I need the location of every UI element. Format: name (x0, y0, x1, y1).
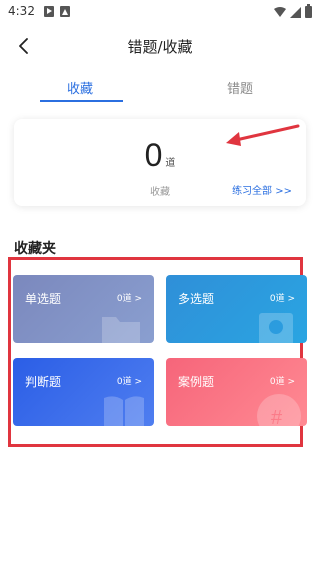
status-bar: 4:32 (0, 0, 320, 24)
folders-title: 收藏夹 (14, 241, 56, 257)
folder-count: 0道 > (269, 294, 295, 304)
folder-icon (102, 317, 140, 343)
folder-count: 0道 > (116, 377, 142, 387)
annotation-arrow-icon (226, 124, 300, 146)
folder-count: 0道 > (269, 377, 295, 387)
page-title: 错题/收藏 (127, 38, 193, 56)
notification-icons (44, 6, 70, 17)
signal-icon (290, 6, 301, 18)
tab-wrong-questions-label: 错题 (226, 82, 253, 97)
certificate-icon (259, 313, 293, 343)
chevron-right-icon: > (134, 294, 142, 304)
status-time: 4:32 (8, 4, 35, 18)
battery-icon (305, 4, 312, 18)
folder-case-study[interactable]: 案例题 0道 > # (166, 358, 307, 426)
folder-single-choice[interactable]: 单选题 0道 > (13, 275, 154, 343)
svg-text:#: # (271, 407, 283, 426)
tab-favorites-label: 收藏 (66, 82, 93, 97)
wifi-icon (274, 7, 286, 17)
tab-wrong-questions[interactable]: 错题 (160, 70, 320, 106)
folder-count: 0道 > (116, 294, 142, 304)
tab-bar: 收藏 错题 (0, 70, 320, 106)
hashtag-icon: # (257, 394, 301, 426)
folder-name: 单选题 (25, 292, 62, 306)
favorites-count-unit: 道 (165, 158, 176, 169)
chevron-right-icon: > (287, 377, 295, 387)
practice-all-link[interactable]: 练习全部 >> (232, 182, 292, 197)
book-icon (104, 396, 144, 426)
chevron-right-icon: > (134, 377, 142, 387)
folder-name: 多选题 (178, 292, 215, 306)
a-icon (60, 6, 70, 17)
play-store-icon (44, 6, 54, 17)
system-icons (274, 4, 312, 18)
active-tab-indicator (40, 100, 123, 102)
folder-name: 案例题 (178, 375, 215, 389)
folder-true-false[interactable]: 判断题 0道 > (13, 358, 154, 426)
folder-multiple-choice[interactable]: 多选题 0道 > (166, 275, 307, 343)
chevron-right-icon: > (287, 294, 295, 304)
app-header: 错题/收藏 (0, 24, 320, 68)
folder-name: 判断题 (25, 375, 62, 389)
favorites-count-number: 0 (144, 137, 163, 173)
